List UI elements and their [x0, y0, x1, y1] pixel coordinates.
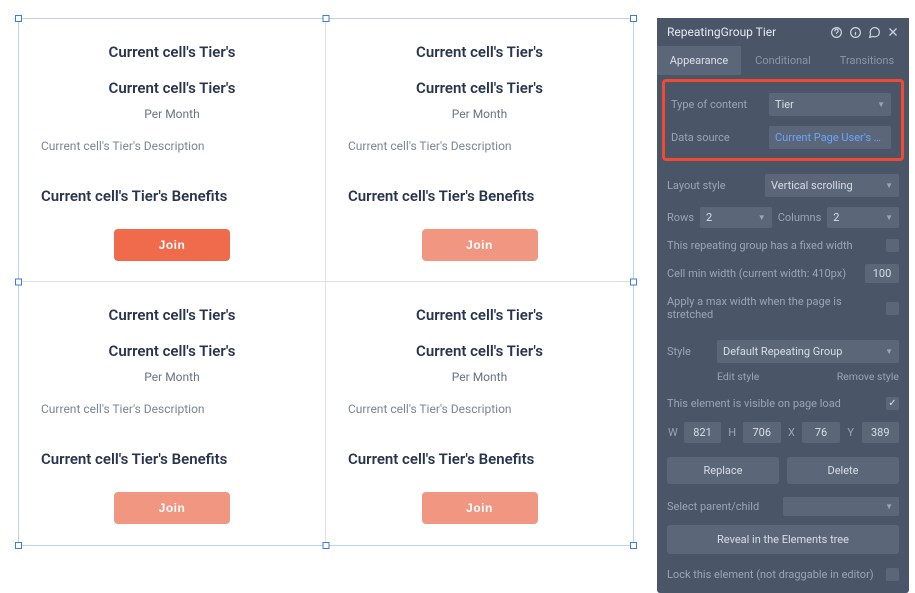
tab-conditional[interactable]: Conditional [741, 46, 825, 75]
per-month-label: Per Month [31, 107, 313, 121]
x-label: X [786, 426, 798, 439]
rg-cell: Current cell's Tier's Current cell's Tie… [19, 282, 326, 545]
tier-title-1: Current cell's Tier's [338, 306, 621, 324]
layout-style-select[interactable]: Vertical scrolling ▼ [765, 174, 899, 197]
data-source-input[interactable]: Current Page User's Tiers [769, 126, 891, 149]
tier-title-1: Current cell's Tier's [338, 43, 621, 61]
reveal-button[interactable]: Reveal in the Elements tree [667, 525, 899, 554]
tier-description: Current cell's Tier's Description [338, 402, 621, 416]
tier-title-2: Current cell's Tier's [31, 79, 313, 97]
type-of-content-label: Type of content [671, 98, 763, 111]
layout-style-label: Layout style [667, 179, 759, 192]
tab-transitions[interactable]: Transitions [825, 46, 909, 75]
join-button[interactable]: Join [114, 229, 230, 261]
comment-icon[interactable] [868, 26, 881, 39]
resize-handle-ml[interactable] [15, 279, 22, 286]
tier-title-2: Current cell's Tier's [338, 79, 621, 97]
y-label: Y [845, 426, 857, 439]
rows-select[interactable]: 2▼ [700, 207, 772, 228]
delete-button[interactable]: Delete [787, 457, 899, 484]
rg-cell: Current cell's Tier's Current cell's Tie… [19, 19, 326, 282]
panel-header[interactable]: RepeatingGroup Tier [657, 18, 909, 46]
resize-handle-br[interactable] [630, 542, 637, 549]
fixed-width-label: This repeating group has a fixed width [667, 239, 886, 252]
resize-handle-tl[interactable] [15, 15, 22, 22]
info-icon[interactable] [849, 26, 862, 39]
join-button[interactable]: Join [114, 492, 230, 524]
tier-benefits: Current cell's Tier's Benefits [31, 187, 313, 205]
help-icon[interactable] [830, 26, 843, 39]
replace-button[interactable]: Replace [667, 457, 779, 484]
chevron-down-icon: ▼ [885, 347, 893, 356]
chevron-down-icon: ▼ [885, 502, 893, 511]
visible-on-load-label: This element is visible on page load [667, 397, 886, 410]
type-of-content-select[interactable]: Tier ▼ [769, 93, 891, 116]
join-button[interactable]: Join [422, 229, 538, 261]
highlighted-properties: Type of content Tier ▼ Data source Curre… [662, 79, 904, 161]
close-icon[interactable] [887, 26, 899, 38]
per-month-label: Per Month [338, 107, 621, 121]
tier-description: Current cell's Tier's Description [31, 402, 313, 416]
data-source-label: Data source [671, 131, 763, 144]
h-input[interactable]: 706 [743, 422, 780, 443]
cell-min-width-input[interactable]: 100 [865, 264, 899, 283]
w-input[interactable]: 821 [684, 422, 721, 443]
max-width-checkbox[interactable] [886, 302, 899, 315]
tier-description: Current cell's Tier's Description [31, 139, 313, 153]
tier-benefits: Current cell's Tier's Benefits [338, 450, 621, 468]
columns-label: Columns [778, 211, 822, 224]
rows-label: Rows [667, 211, 694, 224]
property-panel: RepeatingGroup Tier Appearance Condition… [657, 18, 909, 593]
remove-style-link[interactable]: Remove style [837, 370, 899, 383]
chevron-down-icon: ▼ [885, 181, 893, 190]
chevron-down-icon: ▼ [877, 100, 885, 109]
cell-min-width-label: Cell min width (current width: 410px) [667, 267, 865, 280]
columns-select[interactable]: 2▼ [827, 207, 899, 228]
lock-element-label: Lock this element (not draggable in edit… [667, 568, 886, 581]
w-label: W [667, 426, 679, 439]
tier-title-1: Current cell's Tier's [31, 306, 313, 324]
rg-cell: Current cell's Tier's Current cell's Tie… [326, 282, 633, 545]
style-label: Style [667, 345, 711, 358]
h-label: H [726, 426, 738, 439]
y-input[interactable]: 389 [862, 422, 899, 443]
x-input[interactable]: 76 [802, 422, 839, 443]
tier-benefits: Current cell's Tier's Benefits [31, 450, 313, 468]
visible-on-load-checkbox[interactable] [886, 397, 899, 410]
repeating-group[interactable]: Current cell's Tier's Current cell's Tie… [18, 18, 634, 546]
resize-handle-tm[interactable] [323, 15, 330, 22]
fixed-width-checkbox[interactable] [886, 239, 899, 252]
resize-handle-mr[interactable] [630, 279, 637, 286]
panel-title: RepeatingGroup Tier [667, 25, 824, 39]
resize-handle-bm[interactable] [323, 542, 330, 549]
chevron-down-icon: ▼ [758, 213, 766, 222]
tab-appearance[interactable]: Appearance [657, 46, 741, 75]
per-month-label: Per Month [31, 370, 313, 384]
resize-handle-tr[interactable] [630, 15, 637, 22]
tier-benefits: Current cell's Tier's Benefits [338, 187, 621, 205]
chevron-down-icon: ▼ [885, 213, 893, 222]
style-select[interactable]: Default Repeating Group ▼ [717, 340, 899, 363]
rg-cell: Current cell's Tier's Current cell's Tie… [326, 19, 633, 282]
per-month-label: Per Month [338, 370, 621, 384]
tier-description: Current cell's Tier's Description [338, 139, 621, 153]
lock-element-checkbox[interactable] [886, 568, 899, 581]
max-width-label: Apply a max width when the page is stret… [667, 295, 886, 321]
tier-title-2: Current cell's Tier's [31, 342, 313, 360]
select-parent-select[interactable]: ▼ [783, 497, 899, 516]
select-parent-label: Select parent/child [667, 500, 777, 513]
resize-handle-bl[interactable] [15, 542, 22, 549]
edit-style-link[interactable]: Edit style [717, 370, 759, 383]
tier-title-1: Current cell's Tier's [31, 43, 313, 61]
tier-title-2: Current cell's Tier's [338, 342, 621, 360]
join-button[interactable]: Join [422, 492, 538, 524]
